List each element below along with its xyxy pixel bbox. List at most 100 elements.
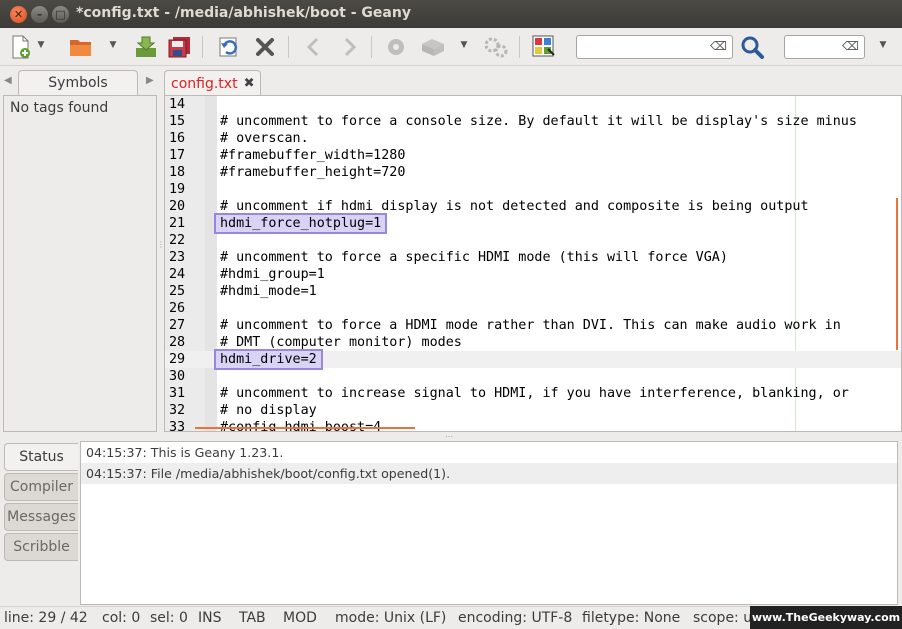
build-icon[interactable] [420,34,446,60]
status-messages-list: 04:15:37: This is Geany 1.23.1. 04:15:37… [80,441,898,605]
line-text: #config_hdmi_boost=4 [220,420,382,432]
revert-icon[interactable] [215,34,241,60]
status-message: 04:15:37: File /media/abhishek/boot/conf… [81,463,897,484]
tab-compiler[interactable]: Compiler [4,473,78,501]
code-line: 22 [165,232,901,249]
toolbar-separator [288,36,289,58]
color-chooser-icon[interactable] [531,34,557,60]
code-lines: 14 15 # uncomment to force a console size.… [165,96,901,432]
line-text: # overscan. [220,131,309,146]
code-line: 16 # overscan. [165,130,901,147]
status-mod: MOD [283,610,317,626]
clear-goto-icon[interactable]: ⌫ [842,39,859,53]
status-line: line: 29 / 42 [4,610,88,626]
line-number: 20 [169,199,186,214]
code-line: 20 # uncomment if hdmi display is not det… [165,198,901,215]
code-line: 26 [165,300,901,317]
toolbar-overflow-icon[interactable]: ▼ [878,40,888,50]
status-tab: TAB [239,610,266,626]
line-number: 19 [169,182,186,197]
status-scope: scope: u [693,610,753,626]
close-file-icon[interactable] [252,34,278,60]
line-number: 18 [169,165,186,180]
sidebar: ◀ Symbols ▶ No tags found [0,66,160,432]
toolbar-separator [202,36,203,58]
new-file-icon[interactable] [8,34,34,60]
execute-icon[interactable] [483,34,509,60]
tab-symbols[interactable]: Symbols [18,70,138,96]
status-sel: sel: 0 [150,610,188,626]
line-number: 22 [169,233,186,248]
sidebar-tab-left-arrow-icon[interactable]: ◀ [4,75,12,86]
sidebar-tab-right-arrow-icon[interactable]: ▶ [146,75,154,86]
highlighted-setting: hdmi_force_hotplug=1 [213,213,388,234]
code-line: 27 # uncomment to force a HDMI mode rathe… [165,317,901,334]
code-line: 30 [165,368,901,385]
code-line: 28 # DMT (computer monitor) modes [165,334,901,351]
line-number: 16 [169,131,186,146]
save-icon[interactable] [133,34,159,60]
annotation-arrow-horizontal [195,427,415,429]
line-text: # uncomment to force a HDMI mode rather … [220,318,841,333]
window-maximize-button[interactable]: □ [52,6,69,23]
save-all-icon[interactable] [167,34,193,60]
clear-search-icon[interactable]: ⌫ [710,39,727,53]
line-text: #framebuffer_width=1280 [220,148,406,163]
title-bar: ✕ – □ *config.txt - /media/abhishek/boot… [0,0,902,28]
line-number: 27 [169,318,186,333]
line-number: 28 [169,335,186,350]
line-text: # no display [220,403,317,418]
goto-line-input[interactable]: ⌫ [784,35,865,59]
toolbar-separator [371,36,372,58]
forward-icon[interactable] [337,34,363,60]
line-text: # uncomment to increase signal to HDMI, … [220,386,849,401]
symbols-panel: No tags found [3,95,157,432]
build-dropdown-icon[interactable]: ▼ [459,40,469,50]
code-line: 15 # uncomment to force a console size. B… [165,113,901,130]
window-title: *config.txt - /media/abhishek/boot - Gea… [76,5,411,21]
window-close-button[interactable]: ✕ [10,6,27,23]
code-line: 31 # uncomment to increase signal to HDMI… [165,385,901,402]
back-icon[interactable] [300,34,326,60]
line-number: 17 [169,148,186,163]
code-line: 24 #hdmi_group=1 [165,266,901,283]
code-editor[interactable]: 14 15 # uncomment to force a console size.… [164,95,902,432]
status-mode: mode: Unix (LF) [335,610,447,626]
close-tab-icon[interactable]: ✖ [244,72,255,96]
new-file-dropdown-icon[interactable]: ▼ [36,40,46,50]
tab-label: config.txt [171,75,238,92]
line-number: 25 [169,284,186,299]
line-text: # uncomment if hdmi display is not detec… [220,199,809,214]
line-text: # DMT (computer monitor) modes [220,335,462,350]
find-icon[interactable] [739,34,765,60]
line-text: #hdmi_mode=1 [220,284,317,299]
code-line: 21 hdmi_force_hotplug=1 [165,213,901,234]
watermark: www.TheGeekyway.com [750,606,902,629]
open-file-icon[interactable] [68,34,94,60]
line-text: # uncomment to force a specific HDMI mod… [220,250,728,265]
highlighted-setting: hdmi_drive=2 [214,349,323,370]
tab-messages[interactable]: Messages [4,503,78,531]
compile-icon[interactable] [384,34,410,60]
line-number: 33 [169,420,186,432]
line-number: 26 [169,301,186,316]
line-number: 30 [169,369,186,384]
status-ins: INS [198,610,222,626]
window-minimize-button[interactable]: – [31,6,48,23]
line-number: 23 [169,250,186,265]
line-number: 21 [169,216,186,231]
status-encoding: encoding: UTF-8 [458,610,573,626]
line-text: hdmi_force_hotplug=1 [213,213,388,234]
tab-config-txt[interactable]: config.txt ✖ [164,70,262,96]
tab-status[interactable]: Status [4,443,78,471]
open-recent-dropdown-icon[interactable]: ▼ [108,40,118,50]
no-tags-text: No tags found [10,100,109,116]
status-filetype: filetype: None [582,610,681,626]
editor-area: config.txt ✖ 14 15 # uncomment to force a … [162,66,902,432]
toolbar-separator [519,36,520,58]
code-line: 33 #config_hdmi_boost=4 [165,419,901,432]
search-input[interactable]: ⌫ [576,35,733,59]
line-number: 29 [169,352,186,367]
code-line: 23 # uncomment to force a specific HDMI m… [165,249,901,266]
tab-scribble[interactable]: Scribble [4,533,78,561]
